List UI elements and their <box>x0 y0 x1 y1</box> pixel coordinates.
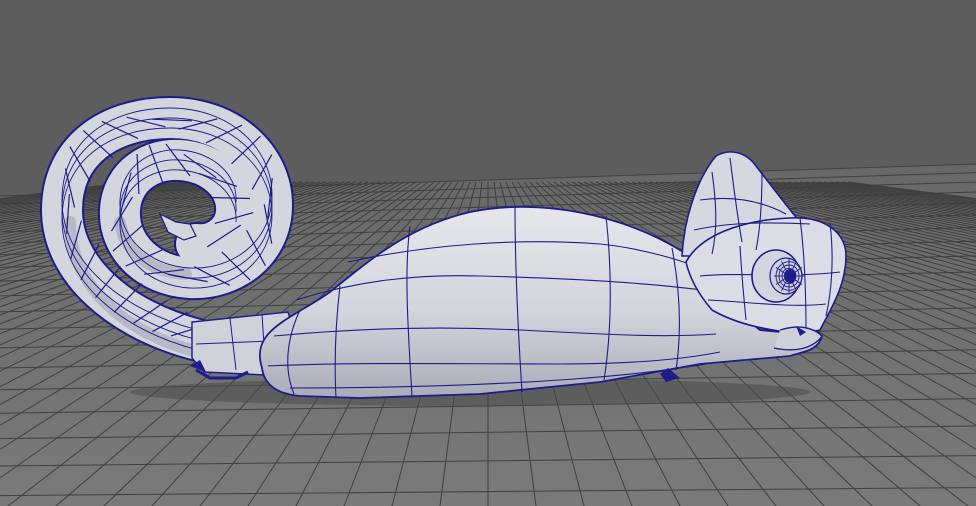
eye-pupil <box>784 269 796 283</box>
viewport-canvas[interactable] <box>0 0 976 506</box>
3d-viewport[interactable] <box>0 0 976 506</box>
